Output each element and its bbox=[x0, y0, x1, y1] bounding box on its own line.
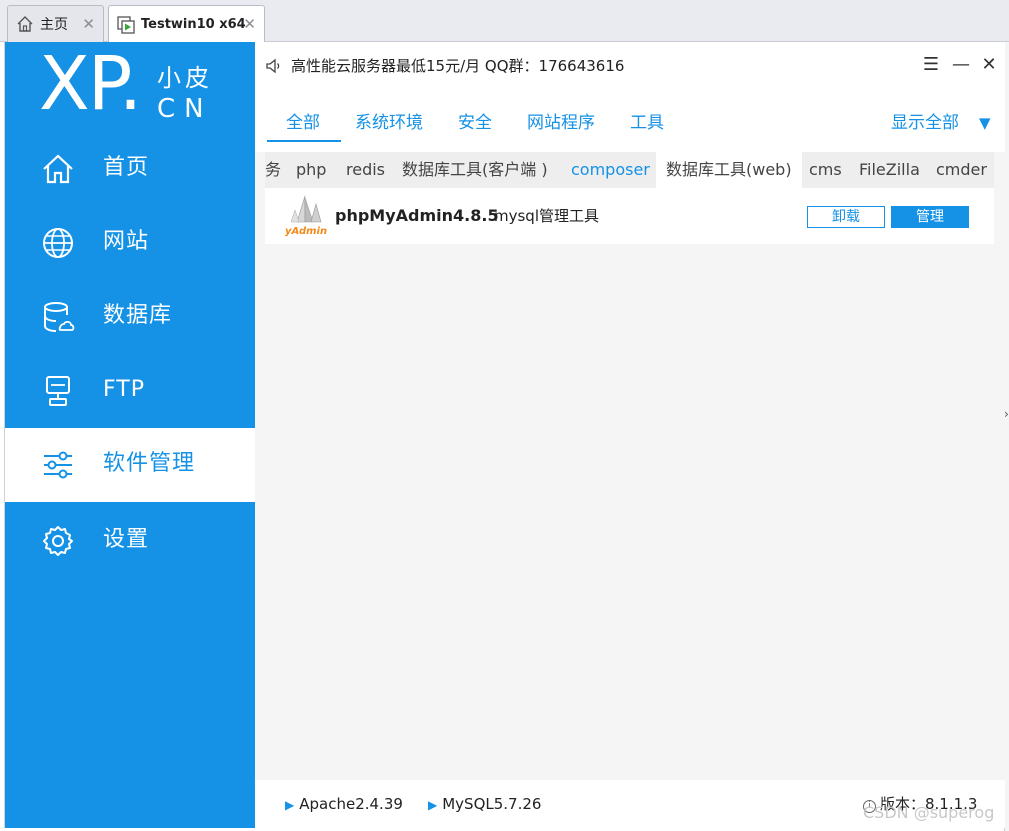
manage-button[interactable]: 管理 bbox=[891, 206, 969, 228]
tab-system-env[interactable]: 系统环境 bbox=[355, 112, 423, 134]
sidebar-item-label: 首页 bbox=[103, 155, 150, 180]
gear-icon bbox=[43, 526, 73, 556]
close-icon[interactable]: ✕ bbox=[979, 54, 999, 76]
host-tab-vm[interactable]: Testwin10 x64 ✕ bbox=[108, 5, 265, 43]
sidebar-item-label: 数据库 bbox=[103, 303, 173, 328]
sidebar-item-label: 软件管理 bbox=[103, 451, 196, 476]
vm-play-icon bbox=[117, 15, 135, 34]
tab-tools[interactable]: 工具 bbox=[630, 112, 664, 134]
sliders-icon bbox=[44, 451, 72, 479]
subtab-redis[interactable]: redis bbox=[346, 152, 385, 188]
sidebar-item-label: 网站 bbox=[103, 229, 150, 254]
service-apache[interactable]: ▶ Apache2.4.39 bbox=[285, 794, 403, 815]
subtab-cmder[interactable]: cmder bbox=[936, 152, 987, 188]
subtab-filezilla[interactable]: FileZilla bbox=[859, 152, 920, 188]
speaker-icon bbox=[266, 58, 280, 74]
play-icon: ▶ bbox=[285, 798, 295, 812]
home-icon bbox=[17, 16, 33, 32]
service-mysql[interactable]: ▶ MySQL5.7.26 bbox=[428, 794, 541, 815]
software-name: phpMyAdmin4.8.5 bbox=[335, 206, 499, 225]
host-tab-bar: 主页 ✕ Testwin10 x64 ✕ bbox=[0, 0, 1009, 43]
category-tabs: 全部 系统环境 安全 网站程序 工具 显示全部 ▼ bbox=[255, 92, 1005, 152]
sidebar-item-home[interactable]: 首页 bbox=[5, 132, 255, 206]
subtab-cms[interactable]: cms bbox=[809, 152, 842, 188]
sidebar-item-ftp[interactable]: FTP bbox=[5, 354, 255, 428]
sidebar-item-software[interactable]: 软件管理 bbox=[5, 428, 255, 502]
play-icon: ▶ bbox=[428, 798, 438, 812]
logo-text: yAdmin bbox=[285, 226, 327, 236]
sidebar: XP. 小皮 CN 首页 网站 数据库 FTP 软件管理 设置 bbox=[5, 42, 255, 828]
watermark: CSDN @superog bbox=[863, 803, 995, 822]
app-window: XP. 小皮 CN 首页 网站 数据库 FTP 软件管理 设置 高性能云服务器最… bbox=[4, 42, 1005, 828]
ftp-server-icon bbox=[46, 376, 70, 406]
minimize-icon[interactable]: — bbox=[951, 54, 971, 76]
sidebar-item-settings[interactable]: 设置 bbox=[5, 504, 255, 578]
host-tab-label: Testwin10 x64 bbox=[141, 17, 246, 32]
subtab-php[interactable]: php bbox=[296, 152, 326, 188]
subtab-db-web[interactable]: 数据库工具(web) bbox=[656, 152, 802, 188]
notice-text[interactable]: 高性能云服务器最低15元/月 QQ群：176643616 bbox=[291, 56, 624, 76]
subtab-service[interactable]: 务 bbox=[265, 152, 281, 188]
logo: XP. 小皮 CN bbox=[39, 44, 229, 130]
menu-icon[interactable]: ☰ bbox=[921, 54, 941, 76]
tab-all[interactable]: 全部 bbox=[286, 112, 320, 134]
show-all-link[interactable]: 显示全部 bbox=[891, 112, 959, 134]
subtab-db-client[interactable]: 数据库工具(客户端 ) bbox=[402, 152, 548, 188]
active-tab-underline bbox=[267, 140, 341, 142]
sidebar-item-website[interactable]: 网站 bbox=[5, 206, 255, 280]
software-row: yAdmin phpMyAdmin4.8.5 mysql管理工具 卸载 管理 bbox=[265, 188, 994, 244]
main-panel: 高性能云服务器最低15元/月 QQ群：176643616 ☰ — ✕ 全部 系统… bbox=[255, 42, 1005, 828]
globe-icon bbox=[43, 228, 73, 258]
software-description: mysql管理工具 bbox=[494, 207, 599, 225]
subtab-composer[interactable]: composer bbox=[571, 152, 650, 188]
host-tab-home[interactable]: 主页 ✕ bbox=[7, 5, 104, 42]
sidebar-item-database[interactable]: 数据库 bbox=[5, 280, 255, 354]
chevron-down-icon[interactable]: ▼ bbox=[979, 112, 991, 134]
phpmyadmin-logo: yAdmin bbox=[285, 195, 327, 236]
logo-xp: XP. bbox=[39, 41, 142, 127]
logo-cn-small: 小皮 bbox=[157, 64, 213, 92]
home-icon bbox=[43, 154, 73, 184]
close-icon[interactable]: ✕ bbox=[243, 15, 256, 33]
sidebar-item-label: FTP bbox=[103, 377, 145, 402]
logo-cn-latin: CN bbox=[157, 94, 213, 124]
subcategory-tabs: 务 php redis 数据库工具(客户端 ) composer 数据库工具(w… bbox=[265, 152, 994, 188]
sidebar-item-label: 设置 bbox=[103, 527, 150, 552]
uninstall-button[interactable]: 卸载 bbox=[807, 206, 885, 228]
tab-web-programs[interactable]: 网站程序 bbox=[527, 112, 595, 134]
host-tab-label: 主页 bbox=[40, 17, 68, 33]
title-bar: 高性能云服务器最低15元/月 QQ群：176643616 ☰ — ✕ bbox=[255, 42, 1005, 92]
close-icon[interactable]: ✕ bbox=[82, 15, 95, 33]
tab-security[interactable]: 安全 bbox=[458, 112, 492, 134]
database-icon bbox=[44, 302, 75, 332]
